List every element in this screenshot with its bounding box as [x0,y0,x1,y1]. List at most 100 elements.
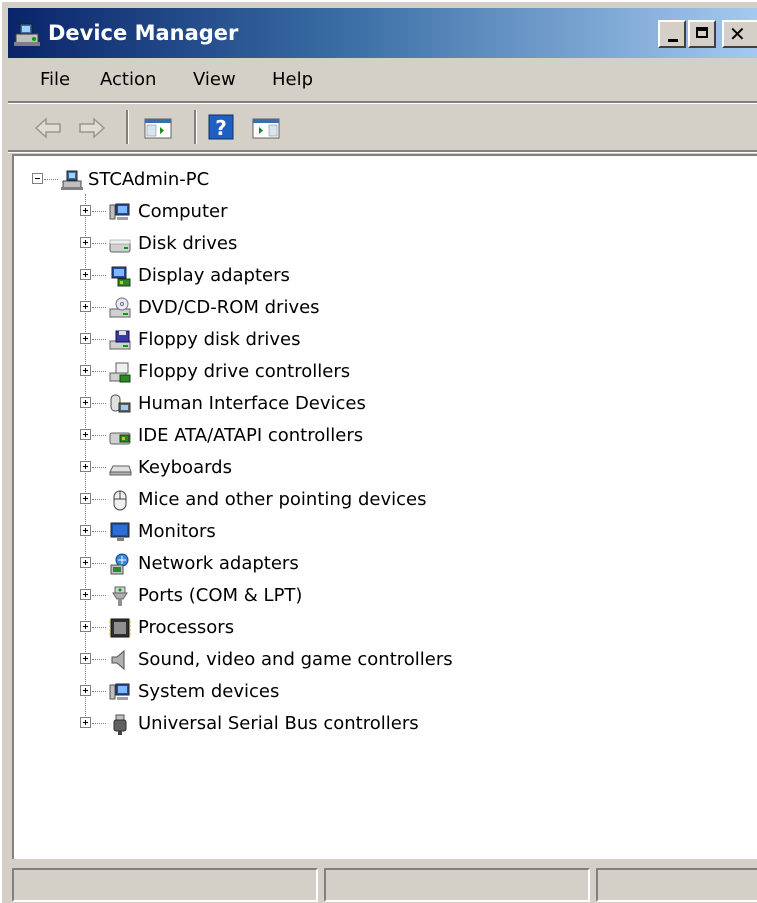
device-manager-window: Device Manager ✕ File Action View Help ? [0,0,757,903]
tree-root-label: STCAdmin-PC [88,169,210,190]
expand-toggle[interactable] [80,685,91,696]
tree-category-node[interactable]: Ports (COM & LPT) [14,580,714,612]
tree-root-node[interactable]: STCAdmin-PC [14,164,714,196]
tree-category-node[interactable]: Processors [14,612,714,644]
minimize-button[interactable] [658,20,686,48]
tree-connector [92,531,106,532]
tree-category-label: Monitors [138,521,216,542]
tree-category-label: Floppy disk drives [138,329,301,350]
tree-connector [92,339,106,340]
expand-toggle[interactable] [80,237,91,248]
expand-toggle[interactable] [80,333,91,344]
title-bar[interactable]: Device Manager ✕ [8,8,757,58]
tree-connector [92,723,106,724]
tree-connector [44,179,58,180]
processor-icon [109,618,131,638]
expand-toggle[interactable] [80,397,91,408]
expand-toggle[interactable] [80,653,91,664]
tree-category-node[interactable]: Universal Serial Bus controllers [14,708,714,740]
forward-arrow-icon[interactable] [76,112,108,144]
expand-toggle[interactable] [80,205,91,216]
back-arrow-icon[interactable] [32,112,64,144]
dvd-drive-icon [109,297,131,318]
window-title: Device Manager [48,21,239,45]
hid-icon [110,394,131,413]
maximize-button[interactable] [688,20,716,48]
tree-connector [92,659,106,660]
tree-category-node[interactable]: Disk drives [14,228,714,260]
toolbar-separator [126,110,129,144]
tree-category-node[interactable]: IDE ATA/ATAPI controllers [14,420,714,452]
menu-action[interactable]: Action [98,66,158,94]
tree-category-label: Sound, video and game controllers [138,649,453,670]
tree-category-label: Network adapters [138,553,299,574]
tree-category-label: DVD/CD-ROM drives [138,297,320,318]
sound-icon [111,649,125,671]
tree-category-label: Computer [138,201,228,222]
tree-category-node[interactable]: Keyboards [14,452,714,484]
tree-connector [92,371,106,372]
tree-category-label: Human Interface Devices [138,393,366,414]
usb-icon [113,714,127,735]
tree-category-node[interactable]: Display adapters [14,260,714,292]
tree-connector [92,595,106,596]
tree-connector [92,563,106,564]
expand-toggle[interactable] [80,557,91,568]
help-icon[interactable]: ? [206,112,238,144]
mouse-icon [113,490,127,511]
tree-connector [92,211,106,212]
tree-connector [92,499,106,500]
expand-toggle[interactable] [80,269,91,280]
tree-connector [92,243,106,244]
collapse-toggle[interactable] [32,173,43,184]
expand-toggle[interactable] [80,461,91,472]
tree-category-node[interactable]: Monitors [14,516,714,548]
minimize-icon [668,39,678,42]
tree-category-node[interactable]: Human Interface Devices [14,388,714,420]
expand-toggle[interactable] [80,493,91,504]
tree-category-node[interactable]: Floppy disk drives [14,324,714,356]
expand-toggle[interactable] [80,525,91,536]
expand-toggle[interactable] [80,365,91,376]
tree-category-node[interactable]: Sound, video and game controllers [14,644,714,676]
menu-help[interactable]: Help [270,66,315,94]
tree-category-node[interactable]: System devices [14,676,714,708]
ide-controller-icon [109,432,131,445]
expand-toggle[interactable] [80,717,91,728]
console-tree-icon[interactable] [142,112,174,144]
network-adapter-icon [110,553,129,575]
tree-category-label: Ports (COM & LPT) [138,585,303,606]
action-pane-icon[interactable] [250,112,282,144]
tree-connector [92,435,106,436]
tree-category-label: Disk drives [138,233,238,254]
close-button[interactable]: ✕ [722,20,757,48]
toolbar: ? [8,104,757,150]
tree-category-node[interactable]: DVD/CD-ROM drives [14,292,714,324]
expand-toggle[interactable] [80,589,91,600]
close-icon: ✕ [729,22,746,46]
tree-category-node[interactable]: Floppy drive controllers [14,356,714,388]
tree-category-label: Keyboards [138,457,232,478]
device-tree[interactable]: STCAdmin-PC Computer Disk drives Display a… [12,154,757,859]
computer-icon [109,203,130,220]
status-pane-3 [596,868,757,902]
tree-connector [92,627,106,628]
floppy-controller-icon [109,362,131,383]
tree-category-node[interactable]: Network adapters [14,548,714,580]
tree-category-node[interactable]: Computer [14,196,714,228]
tree-category-label: Mice and other pointing devices [138,489,427,510]
disk-drive-icon [109,239,131,253]
expand-toggle[interactable] [80,429,91,440]
tree-category-node[interactable]: Mice and other pointing devices [14,484,714,516]
tree-connector [92,403,106,404]
expand-toggle[interactable] [80,621,91,632]
tree-category-label: Universal Serial Bus controllers [138,713,419,734]
device-manager-icon [14,23,40,46]
tree-category-label: Display adapters [138,265,290,286]
expand-toggle[interactable] [80,301,91,312]
menu-file[interactable]: File [38,66,72,94]
monitor-icon [110,522,130,541]
display-adapter-icon [111,266,131,287]
menu-view[interactable]: View [191,66,238,94]
tree-connector [92,691,106,692]
